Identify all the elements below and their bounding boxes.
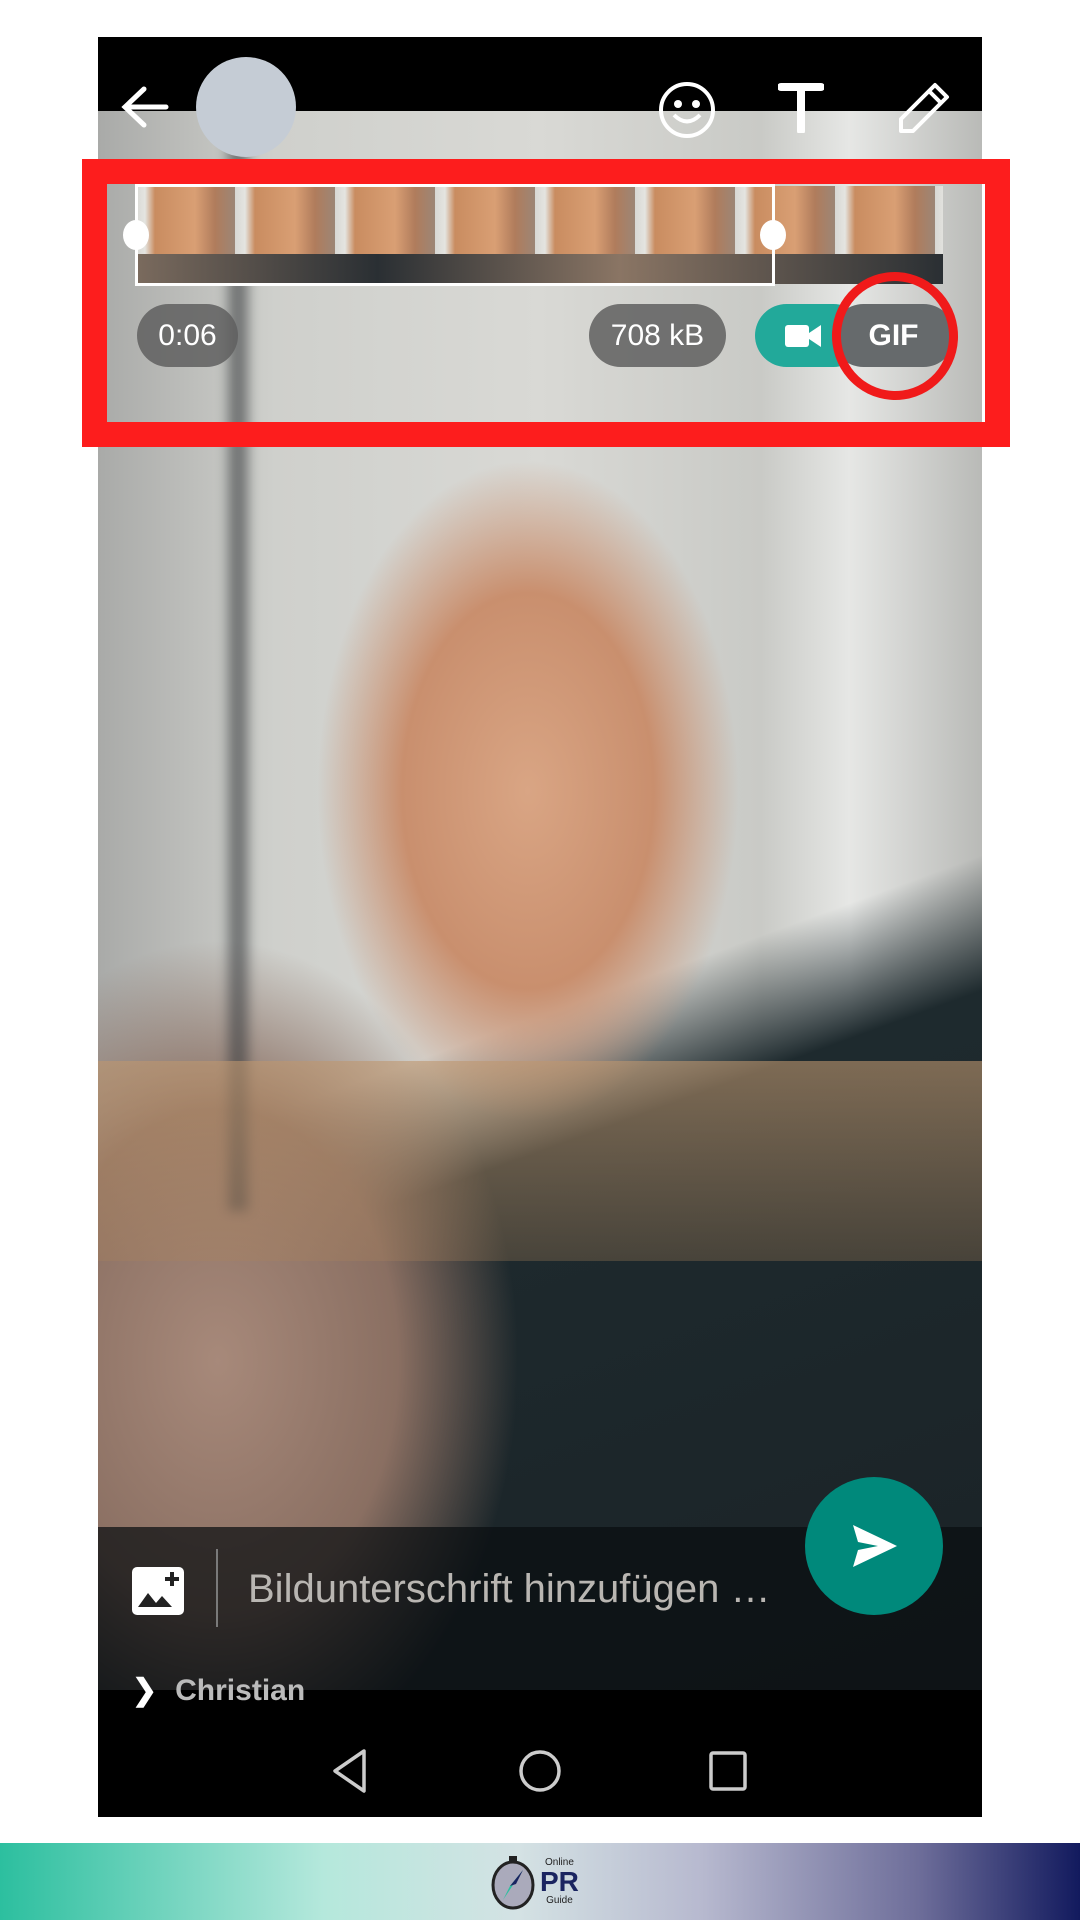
recipient-name: Christian (175, 1673, 306, 1707)
bottom-ui: Bildunterschrift hinzufügen … ❯ Christia… (98, 37, 982, 1817)
send-button[interactable] (805, 1477, 943, 1615)
send-icon (853, 1525, 897, 1567)
nav-back-icon[interactable] (330, 1748, 370, 1794)
caption-input[interactable]: Bildunterschrift hinzufügen … (248, 1567, 771, 1612)
logo-text-bottom: Guide (546, 1894, 573, 1906)
recipient-row[interactable]: ❯ Christian (132, 1673, 305, 1708)
logo-text-main: PR (540, 1865, 579, 1897)
nav-recents-icon[interactable] (708, 1750, 748, 1792)
online-pr-guide-logo: Online PR Guide (490, 1843, 590, 1920)
compass-icon (491, 1855, 535, 1909)
nav-home-icon[interactable] (518, 1749, 562, 1793)
add-image-icon[interactable] (132, 1567, 184, 1615)
divider (216, 1549, 218, 1627)
chevron-right-icon: ❯ (132, 1674, 158, 1707)
